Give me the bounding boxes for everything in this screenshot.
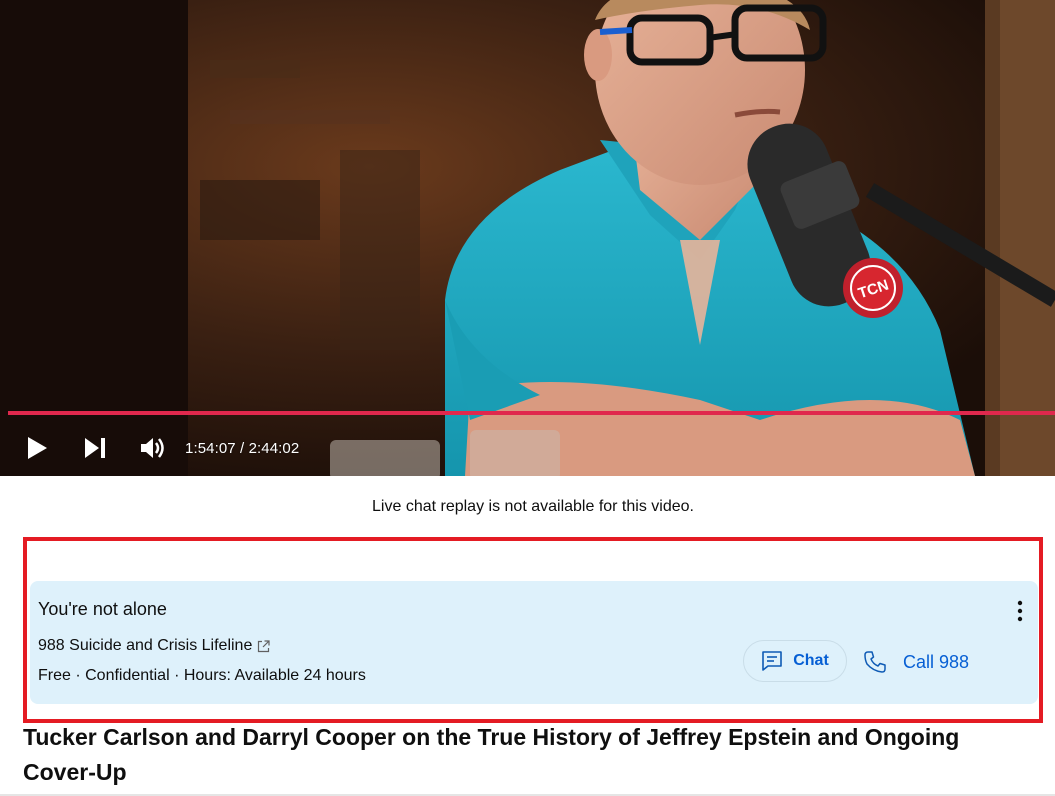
progress-bar[interactable] [8, 411, 1055, 415]
call-button[interactable]: Call 988 [863, 645, 969, 679]
next-video-button[interactable] [71, 424, 119, 472]
video-title: Tucker Carlson and Darryl Cooper on the … [23, 724, 960, 785]
crisis-panel-title: You're not alone [38, 599, 167, 619]
time-separator: / [235, 439, 249, 457]
video-player[interactable]: TCN 1:54:07 / 2:44:02 [0, 0, 1055, 476]
crisis-resource-panel: You're not alone 988 Suicide and Crisis … [30, 581, 1038, 704]
mute-button[interactable] [129, 424, 177, 472]
chat-button-label: Chat [793, 652, 829, 669]
phone-icon [864, 651, 886, 673]
player-controls: 1:54:07 / 2:44:02 [0, 420, 1055, 476]
chat-bubble-icon [762, 651, 783, 671]
play-button[interactable] [13, 424, 61, 472]
lifeline-link[interactable]: 988 Suicide and Crisis Lifeline [38, 637, 270, 655]
live-chat-notice: Live chat replay is not available for th… [372, 498, 694, 515]
play-icon [28, 437, 47, 459]
external-link-icon [258, 639, 270, 652]
chat-button[interactable]: Chat [743, 640, 847, 682]
video-frame[interactable]: TCN [0, 0, 1055, 476]
total-duration: 2:44:02 [248, 439, 300, 457]
current-time: 1:54:07 [185, 439, 236, 457]
call-button-label: Call 988 [903, 651, 970, 672]
skip-next-icon [85, 438, 105, 458]
time-display: 1:54:07 / 2:44:02 [185, 440, 299, 457]
more-vert-icon [1017, 600, 1023, 622]
lifeline-name: 988 Suicide and Crisis Lifeline [38, 637, 253, 654]
more-options-button[interactable] [1008, 597, 1032, 625]
lifeline-details: Free · Confidential · Hours: Available 2… [38, 667, 366, 684]
volume-icon [141, 438, 164, 458]
